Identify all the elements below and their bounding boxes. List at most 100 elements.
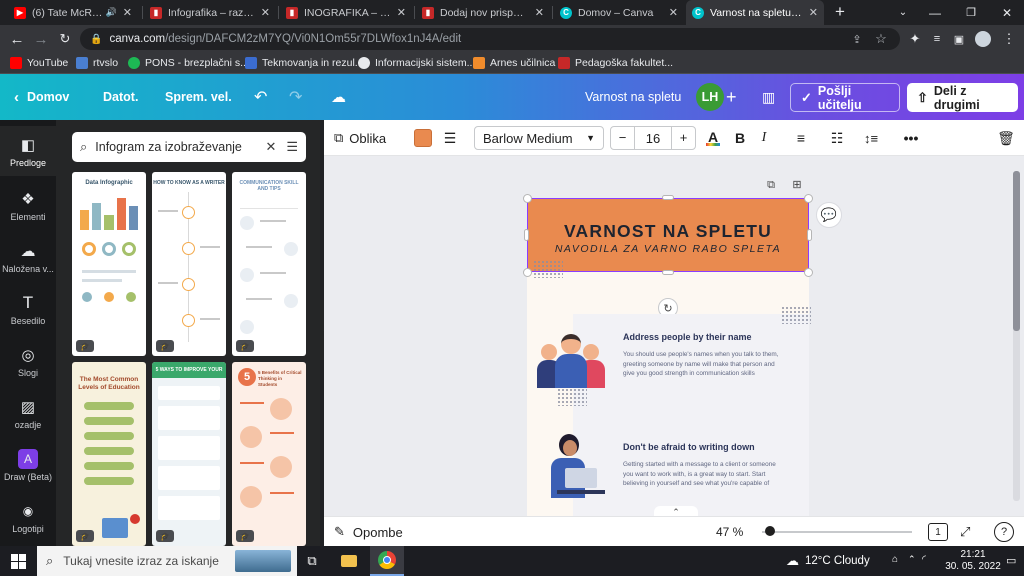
close-icon[interactable]: ✕ (669, 6, 678, 19)
home-button[interactable]: ‹ Domov (14, 74, 69, 120)
browser-tab[interactable]: ▮ Dodaj nov prispevek ✕ (416, 0, 550, 25)
resize-handle[interactable] (662, 270, 674, 275)
profile-avatar[interactable] (972, 28, 994, 50)
template-search-input[interactable]: ⌕ Infogram za izobraževanje ✕ ☰ (72, 132, 306, 162)
page-count[interactable]: 1 (928, 523, 948, 541)
help-icon[interactable]: ? (994, 522, 1014, 542)
close-icon[interactable]: ✕ (535, 6, 544, 19)
font-size-stepper[interactable]: − 16 + (610, 126, 696, 150)
show-pages-chevron-icon[interactable]: ⌃ (654, 506, 698, 516)
template-thumbnail[interactable]: 5 WAYS TO IMPROVE YOUR 🎓 (152, 362, 226, 546)
bookmark-item[interactable]: Arnes učilnica (473, 55, 555, 71)
rail-item-templates[interactable]: ◧ Predloge (0, 126, 56, 176)
playlist-icon[interactable]: ≡ (926, 28, 948, 50)
wifi-icon[interactable]: ◜ (922, 554, 926, 565)
border-style-icon[interactable]: ☰ (438, 126, 462, 150)
template-thumbnail[interactable]: COMMUNICATION SKILL AND TIPS 🎓 (232, 172, 306, 356)
align-center-icon[interactable]: ≡ (790, 126, 812, 150)
title-banner[interactable]: VARNOST NA SPLETU NAVODILA ZA VARNO RABO… (527, 198, 809, 272)
zoom-slider[interactable] (762, 531, 912, 533)
trash-icon[interactable]: 🗑 (996, 126, 1016, 150)
duplicate-page-icon[interactable]: ⧉ (762, 176, 780, 194)
card-body[interactable]: You should use people's names when you t… (623, 350, 783, 379)
file-menu[interactable]: Datot. (103, 74, 138, 120)
template-thumbnail[interactable]: The Most Common Levels of Education 🎓 (72, 362, 146, 546)
template-thumbnail[interactable]: Data Infographic 🎓 (72, 172, 146, 356)
redo-icon[interactable]: ↷ (289, 74, 302, 120)
bookmark-item[interactable]: Informacijski sistem... (358, 55, 475, 71)
resize-handle[interactable] (524, 229, 529, 241)
network-icon[interactable]: ⌂ (892, 554, 898, 565)
tab-search-icon[interactable]: ⌄ (886, 0, 920, 25)
comment-icon[interactable]: 💬 (816, 202, 842, 228)
rail-item-background[interactable]: ▨ ozadje (0, 388, 56, 438)
more-options-icon[interactable]: ••• (900, 126, 922, 150)
menu-kebab-icon[interactable]: ⋮ (998, 28, 1020, 50)
reload-icon[interactable]: ↻ (54, 28, 76, 50)
share-page-icon[interactable]: ⇪ (846, 28, 868, 50)
resize-menu[interactable]: Sprem. vel. (165, 74, 232, 120)
file-explorer-icon[interactable] (338, 551, 360, 571)
chrome-taskbar-icon[interactable] (370, 546, 404, 576)
design-title[interactable]: Varnost na spletu (585, 74, 681, 120)
undo-icon[interactable]: ↶ (254, 74, 267, 120)
close-icon[interactable]: ✕ (809, 6, 818, 19)
close-icon[interactable]: ✕ (261, 6, 270, 19)
template-thumbnail[interactable]: 5 5 Benefits of Critical Thinking in Stu… (232, 362, 306, 546)
zoom-slider-knob[interactable] (764, 526, 775, 536)
task-view-icon[interactable]: ⧉ (302, 551, 322, 571)
rail-item-uploads[interactable]: ☁ Naložena v... (0, 232, 56, 282)
url-field[interactable]: 🔒 canva.com/design/DAFCM2zM7YQ/Vi0N1Om55… (80, 28, 900, 50)
avatar[interactable]: LH (696, 74, 724, 120)
design-title-text[interactable]: VARNOST NA SPLETU (528, 221, 808, 242)
resize-handle[interactable] (662, 195, 674, 200)
weather-widget[interactable]: ☁ 12°C Cloudy (786, 546, 870, 576)
share-button[interactable]: ⇧ Deli z drugimi (907, 83, 1018, 112)
browser-tab[interactable]: C Domov – Canva ✕ (554, 0, 684, 25)
restore-icon[interactable]: ❐ (954, 0, 988, 25)
cloud-saved-icon[interactable]: ☁ (331, 74, 346, 120)
rail-item-draw[interactable]: A Draw (Beta) (0, 440, 56, 490)
card-title[interactable]: Address people by their name (623, 332, 752, 342)
italic-icon[interactable]: I (754, 126, 774, 150)
insights-icon[interactable]: ▥ (762, 74, 775, 120)
minimize-icon[interactable]: — (918, 0, 952, 25)
bookmark-item[interactable]: Pedagoška fakultet... (558, 55, 673, 71)
card-body[interactable]: Getting started with a message to a clie… (623, 460, 783, 489)
bookmark-item[interactable]: PONS - brezplačni s... (128, 55, 249, 71)
bookmark-item[interactable]: Tekmovanja in rezul... (245, 55, 364, 71)
windows-start-icon[interactable] (0, 546, 37, 576)
font-size-decrease[interactable]: − (611, 127, 635, 149)
add-page-icon[interactable]: ⊞ (788, 175, 806, 193)
resize-handle[interactable] (804, 268, 813, 277)
add-collaborator-icon[interactable]: + (726, 74, 737, 120)
font-size-value[interactable]: 16 (635, 131, 671, 146)
clock[interactable]: 21:21 30. 05. 2022 (942, 549, 1004, 573)
filter-icon[interactable]: ☰ (286, 139, 298, 155)
bookmark-item[interactable]: YouTube (10, 55, 68, 71)
sidebar-icon[interactable]: ▣ (948, 28, 970, 50)
bookmark-star-icon[interactable]: ☆ (870, 28, 892, 50)
bookmark-item[interactable]: rtvslo (76, 55, 118, 71)
list-icon[interactable]: ☷ (826, 126, 848, 150)
taskbar-search-input[interactable]: ⌕ Tukaj vnesite izraz za iskanje (37, 546, 297, 576)
template-thumbnail[interactable]: HOW TO KNOW AS A WRITER 🎓 (152, 172, 226, 356)
browser-tab-active[interactable]: C Varnost na spletu – Inf ✕ (686, 0, 824, 25)
clear-icon[interactable]: ✕ (265, 139, 276, 155)
rail-item-styles[interactable]: ◎ Slogi (0, 336, 56, 386)
speaker-icon[interactable]: 🔊 (106, 7, 117, 18)
close-icon[interactable]: ✕ (397, 6, 406, 19)
back-icon[interactable]: ← (6, 28, 28, 50)
rail-item-logos[interactable]: ◉ Logotipi (0, 492, 56, 542)
card-title[interactable]: Don't be afraid to writing down (623, 442, 755, 452)
send-to-teacher-button[interactable]: ✓ Pošlji učitelju (790, 83, 900, 112)
design-subtitle-text[interactable]: NAVODILA ZA VARNO RABO SPLETA (528, 243, 808, 255)
forward-icon[interactable]: → (30, 28, 52, 50)
notes-button[interactable]: ✎ Opombe (334, 520, 403, 544)
chevron-up-icon[interactable]: ⌃ (908, 554, 916, 565)
notification-icon[interactable]: ▭ (1006, 554, 1016, 567)
canvas-scrollbar-thumb[interactable] (1013, 171, 1020, 331)
resize-handle[interactable] (523, 268, 532, 277)
extensions-icon[interactable]: ✦ (904, 28, 926, 50)
bold-icon[interactable]: B (730, 126, 750, 150)
